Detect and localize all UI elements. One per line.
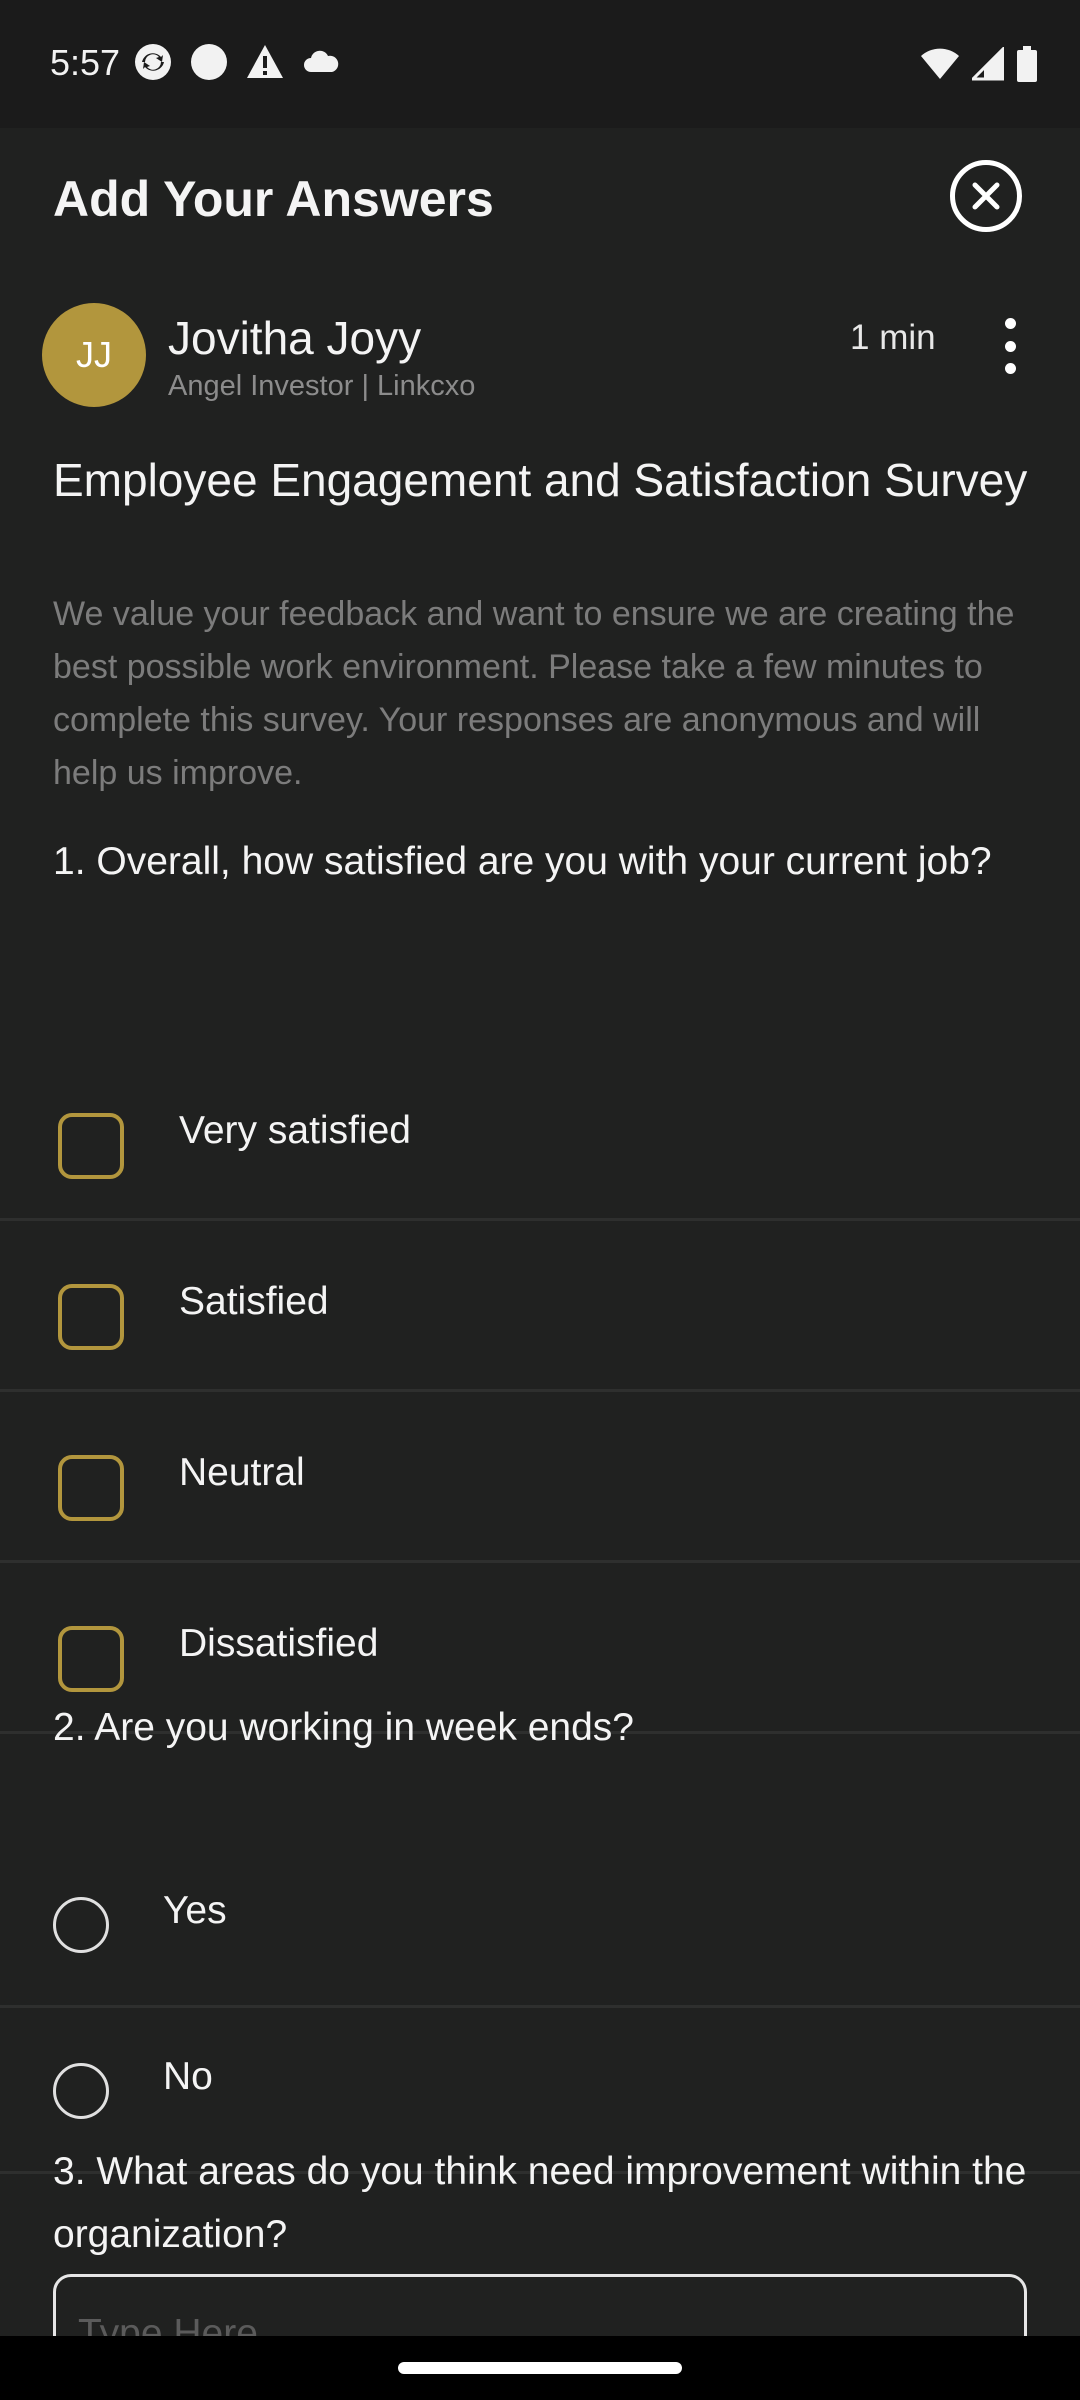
author-name[interactable]: Jovitha Joyy — [168, 311, 421, 365]
more-options-button[interactable] — [996, 318, 1024, 374]
cell-signal-icon — [972, 47, 1004, 81]
status-system-icons — [920, 44, 1038, 84]
radio-button[interactable] — [53, 1897, 109, 1953]
more-vertical-icon — [1004, 318, 1016, 329]
option-label: Neutral — [179, 1451, 305, 1494]
checkbox[interactable] — [58, 1455, 124, 1521]
question-3: 3. What areas do you think need improvem… — [53, 2150, 1027, 2256]
avatar-initials: JJ — [76, 334, 112, 375]
radio-button[interactable] — [53, 2063, 109, 2119]
option-neutral[interactable]: Neutral — [0, 1393, 1080, 1563]
option-label: No — [163, 2055, 213, 2098]
battery-icon — [1017, 46, 1037, 82]
author-subtitle: Angel Investor | Linkcxo — [168, 370, 476, 402]
checkbox[interactable] — [58, 1284, 124, 1350]
warning-icon — [247, 45, 283, 78]
circle-icon — [191, 44, 227, 80]
answers-sheet: Add Your Answers JJ Jovitha Joyy Angel I… — [0, 128, 1080, 2336]
avatar[interactable]: JJ — [42, 303, 146, 407]
checkbox[interactable] — [58, 1113, 124, 1179]
cloud-icon — [304, 50, 339, 72]
status-bar: 5:57 — [0, 0, 1080, 128]
option-yes[interactable]: Yes — [0, 1842, 1080, 2008]
option-label: Yes — [163, 1889, 227, 1932]
home-indicator[interactable] — [398, 2362, 682, 2374]
improvement-answer-input[interactable] — [53, 2274, 1027, 2336]
question-1: 1. Overall, how satisfied are you with y… — [53, 840, 992, 883]
close-icon — [972, 182, 1000, 210]
close-button[interactable] — [950, 160, 1022, 232]
status-notification-icons — [133, 42, 341, 82]
option-label: Dissatisfied — [179, 1622, 379, 1665]
option-label: Very satisfied — [179, 1109, 411, 1152]
option-very-satisfied[interactable]: Very satisfied — [0, 1051, 1080, 1221]
survey-title: Employee Engagement and Satisfaction Sur… — [53, 454, 1028, 506]
survey-description: We value your feedback and want to ensur… — [53, 595, 1015, 792]
checkbox[interactable] — [58, 1626, 124, 1692]
status-time: 5:57 — [50, 42, 121, 83]
sheet-title: Add Your Answers — [53, 171, 494, 227]
question-2: 2. Are you working in week ends? — [53, 1706, 635, 1749]
option-label: Satisfied — [179, 1280, 329, 1323]
sync-icon — [135, 44, 171, 80]
option-satisfied[interactable]: Satisfied — [0, 1222, 1080, 1392]
read-duration: 1 min — [850, 318, 936, 357]
wifi-icon — [921, 48, 959, 79]
